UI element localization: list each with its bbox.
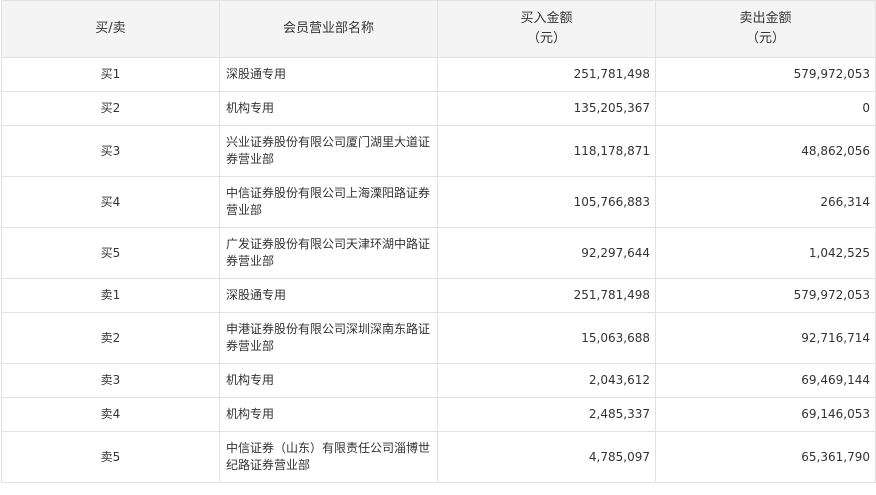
cell-type: 卖3	[1, 363, 220, 398]
cell-sell-amount: 0	[655, 91, 876, 126]
cell-sell-amount: 1,042,525	[655, 227, 876, 279]
header-sell-unit: （元）	[745, 31, 785, 46]
cell-buy-amount: 15,063,688	[437, 312, 656, 364]
header-buy-label: 买入金额	[520, 11, 573, 26]
cell-member-name: 机构专用	[219, 91, 438, 126]
header-sell-amount: 卖出金额 （元）	[655, 0, 876, 58]
cell-type: 卖1	[1, 278, 220, 313]
cell-member-name: 机构专用	[219, 397, 438, 432]
table-row: 买5 广发证券股份有限公司天津环湖中路证券营业部 92,297,644 1,04…	[1, 227, 876, 279]
cell-type: 买5	[1, 227, 220, 279]
cell-sell-amount: 69,146,053	[655, 397, 876, 432]
cell-type: 买1	[1, 57, 220, 92]
cell-type: 买3	[1, 125, 220, 177]
cell-member-name: 中信证券股份有限公司上海溧阳路证券营业部	[219, 176, 438, 228]
header-buy-unit: （元）	[526, 31, 566, 46]
table-row: 卖5 中信证券（山东）有限责任公司淄博世纪路证券营业部 4,785,097 65…	[1, 431, 876, 483]
cell-member-name: 机构专用	[219, 363, 438, 398]
cell-member-name: 中信证券（山东）有限责任公司淄博世纪路证券营业部	[219, 431, 438, 483]
cell-buy-amount: 251,781,498	[437, 57, 656, 92]
cell-member-name: 申港证券股份有限公司深圳深南东路证券营业部	[219, 312, 438, 364]
cell-sell-amount: 69,469,144	[655, 363, 876, 398]
cell-sell-amount: 579,972,053	[655, 278, 876, 313]
cell-type: 卖5	[1, 431, 220, 483]
header-buy-amount: 买入金额 （元）	[437, 0, 656, 58]
table-row: 买2 机构专用 135,205,367 0	[1, 91, 876, 126]
cell-buy-amount: 105,766,883	[437, 176, 656, 228]
table-row: 卖4 机构专用 2,485,337 69,146,053	[1, 397, 876, 432]
cell-buy-amount: 135,205,367	[437, 91, 656, 126]
table-row: 买1 深股通专用 251,781,498 579,972,053	[1, 57, 876, 92]
table-row: 卖1 深股通专用 251,781,498 579,972,053	[1, 278, 876, 313]
cell-sell-amount: 579,972,053	[655, 57, 876, 92]
header-member-name: 会员营业部名称	[219, 0, 438, 58]
table-row: 卖3 机构专用 2,043,612 69,469,144	[1, 363, 876, 398]
trading-seats-table: 买/卖 会员营业部名称 买入金额 （元） 卖出金额 （元） 买1 深股通专用 2…	[1, 0, 876, 483]
cell-member-name: 深股通专用	[219, 278, 438, 313]
cell-member-name: 兴业证券股份有限公司厦门湖里大道证券营业部	[219, 125, 438, 177]
table-header: 买/卖 会员营业部名称 买入金额 （元） 卖出金额 （元）	[1, 0, 876, 58]
table-row: 卖2 申港证券股份有限公司深圳深南东路证券营业部 15,063,688 92,7…	[1, 312, 876, 364]
cell-type: 买2	[1, 91, 220, 126]
header-row: 买/卖 会员营业部名称 买入金额 （元） 卖出金额 （元）	[1, 0, 876, 58]
header-sell-label: 卖出金额	[739, 11, 792, 26]
cell-buy-amount: 4,785,097	[437, 431, 656, 483]
cell-member-name: 广发证券股份有限公司天津环湖中路证券营业部	[219, 227, 438, 279]
table-body: 买1 深股通专用 251,781,498 579,972,053 买2 机构专用…	[1, 57, 876, 483]
cell-buy-amount: 2,043,612	[437, 363, 656, 398]
cell-buy-amount: 251,781,498	[437, 278, 656, 313]
cell-sell-amount: 48,862,056	[655, 125, 876, 177]
cell-buy-amount: 2,485,337	[437, 397, 656, 432]
table-row: 买4 中信证券股份有限公司上海溧阳路证券营业部 105,766,883 266,…	[1, 176, 876, 228]
cell-sell-amount: 92,716,714	[655, 312, 876, 364]
trading-seats-table-container: 买/卖 会员营业部名称 买入金额 （元） 卖出金额 （元） 买1 深股通专用 2…	[0, 0, 876, 483]
header-type: 买/卖	[1, 0, 220, 58]
cell-buy-amount: 118,178,871	[437, 125, 656, 177]
cell-buy-amount: 92,297,644	[437, 227, 656, 279]
cell-type: 买4	[1, 176, 220, 228]
cell-type: 卖2	[1, 312, 220, 364]
cell-sell-amount: 266,314	[655, 176, 876, 228]
cell-type: 卖4	[1, 397, 220, 432]
cell-member-name: 深股通专用	[219, 57, 438, 92]
table-row: 买3 兴业证券股份有限公司厦门湖里大道证券营业部 118,178,871 48,…	[1, 125, 876, 177]
cell-sell-amount: 65,361,790	[655, 431, 876, 483]
